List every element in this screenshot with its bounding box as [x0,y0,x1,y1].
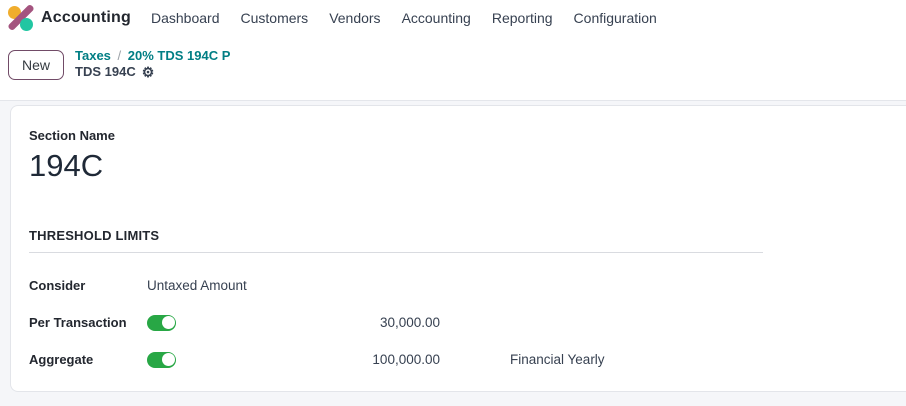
aggregate-label: Aggregate [29,352,147,367]
aggregate-toggle[interactable] [147,352,176,368]
content-area: Section Name 194C THRESHOLD LIMITS Consi… [0,101,906,406]
breadcrumb: Taxes / 20% TDS 194C P TDS 194C ⚙ [75,48,230,80]
toggle-knob [162,353,175,366]
menu-item-vendors[interactable]: Vendors [329,10,380,26]
app-header: Accounting Dashboard Customers Vendors A… [0,0,906,101]
per-transaction-toggle[interactable] [147,315,176,331]
per-transaction-row: Per Transaction 30,000.00 [29,314,906,331]
form-sheet: Section Name 194C THRESHOLD LIMITS Consi… [10,105,906,392]
breadcrumb-bar: New Taxes / 20% TDS 194C P TDS 194C ⚙ [0,36,906,80]
main-menu: Dashboard Customers Vendors Accounting R… [151,10,657,26]
per-transaction-amount-field[interactable]: 30,000.00 [176,315,440,330]
app-name[interactable]: Accounting [41,9,131,27]
menu-item-customers[interactable]: Customers [241,10,309,26]
menu-item-accounting[interactable]: Accounting [402,10,471,26]
breadcrumb-link-tax-record[interactable]: 20% TDS 194C P [128,48,231,63]
gear-icon[interactable]: ⚙ [142,65,155,79]
menu-item-reporting[interactable]: Reporting [492,10,553,26]
breadcrumb-separator: / [115,48,125,63]
per-transaction-label: Per Transaction [29,315,147,330]
accounting-app-icon[interactable] [8,5,34,31]
breadcrumb-link-taxes[interactable]: Taxes [75,48,111,63]
breadcrumb-trail: Taxes / 20% TDS 194C P [75,48,230,64]
toggle-knob [162,316,175,329]
logo-teal-dot [20,18,33,31]
consider-field[interactable]: Untaxed Amount [147,278,247,293]
current-record-title: TDS 194C [75,64,136,80]
menu-item-dashboard[interactable]: Dashboard [151,10,220,26]
consider-label: Consider [29,278,147,293]
new-button[interactable]: New [8,50,64,80]
aggregate-period-field[interactable]: Financial Yearly [510,352,605,367]
consider-row: Consider Untaxed Amount [29,277,906,294]
aggregate-amount-field[interactable]: 100,000.00 [176,352,440,367]
menu-item-configuration[interactable]: Configuration [574,10,657,26]
threshold-limits-rows: Consider Untaxed Amount Per Transaction … [29,277,906,368]
section-name-field[interactable]: 194C [29,148,906,184]
breadcrumb-current: TDS 194C ⚙ [75,64,230,80]
threshold-limits-heading: THRESHOLD LIMITS [29,228,763,253]
top-navbar: Accounting Dashboard Customers Vendors A… [0,0,906,36]
section-name-label: Section Name [29,128,906,143]
aggregate-row: Aggregate 100,000.00 Financial Yearly [29,351,906,368]
